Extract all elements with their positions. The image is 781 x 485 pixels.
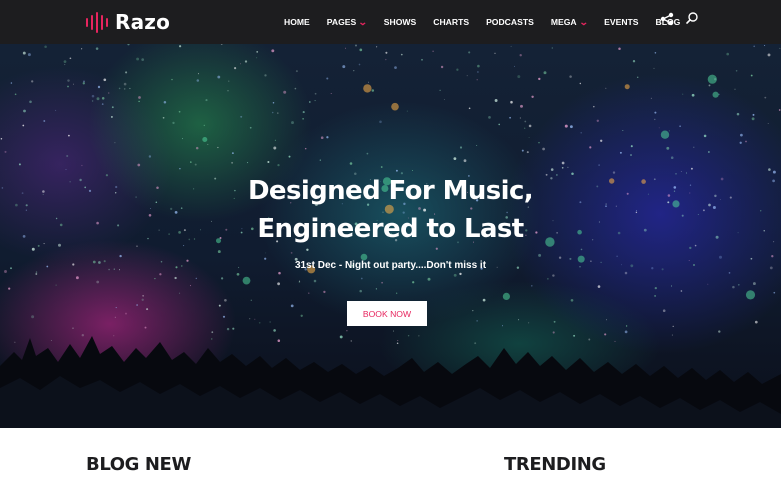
nav-item-label: CHARTS xyxy=(433,17,470,27)
nav-item-label: SHOWS xyxy=(383,17,417,27)
nav-item-label: PAGES xyxy=(326,17,357,27)
nav-item-label: PODCASTS xyxy=(486,17,534,27)
concert-crowd-silhouette xyxy=(0,336,781,428)
hero-title-line-1: Designed For Music, xyxy=(247,176,534,206)
chevron-down-icon: ⌄ xyxy=(578,16,589,27)
blog-section-title: BLOG NEW xyxy=(86,454,191,475)
nav-item-events[interactable]: EVENTS xyxy=(604,17,638,27)
chevron-down-icon: ⌄ xyxy=(358,16,368,27)
brand-name: Razo xyxy=(115,10,171,34)
nav-item-mega[interactable]: MEGA ⌄ xyxy=(550,16,589,28)
share-icon[interactable] xyxy=(660,12,674,26)
search-icon[interactable] xyxy=(685,11,699,25)
equalizer-logo-icon xyxy=(86,11,108,33)
nav-item-shows[interactable]: SHOWS xyxy=(384,17,416,27)
hero-banner: Designed For Music, Engineered to Last 3… xyxy=(0,44,781,428)
top-navigation-bar: Razo HOME PAGES ⌄ SHOWS CHARTS PODCASTS M… xyxy=(0,0,781,44)
book-now-button[interactable]: BOOK NOW xyxy=(347,301,427,326)
hero-subtitle: 31st Dec - Night out party....Don't miss… xyxy=(294,260,487,271)
nav-item-charts[interactable]: CHARTS xyxy=(433,17,469,27)
hero-title-line-2: Engineered to Last xyxy=(257,214,524,244)
nav-item-home[interactable]: HOME xyxy=(284,17,310,27)
nav-item-pages[interactable]: PAGES ⌄ xyxy=(326,16,368,28)
nav-item-podcasts[interactable]: PODCASTS xyxy=(486,17,534,27)
nav-item-label: MEGA xyxy=(550,17,577,27)
trending-section-title: TRENDING xyxy=(504,454,606,475)
brand-logo[interactable]: Razo xyxy=(86,10,170,34)
nav-item-label: EVENTS xyxy=(604,17,639,27)
nav-item-label: HOME xyxy=(284,17,310,27)
main-menu: HOME PAGES ⌄ SHOWS CHARTS PODCASTS MEGA ⌄ … xyxy=(284,0,697,44)
